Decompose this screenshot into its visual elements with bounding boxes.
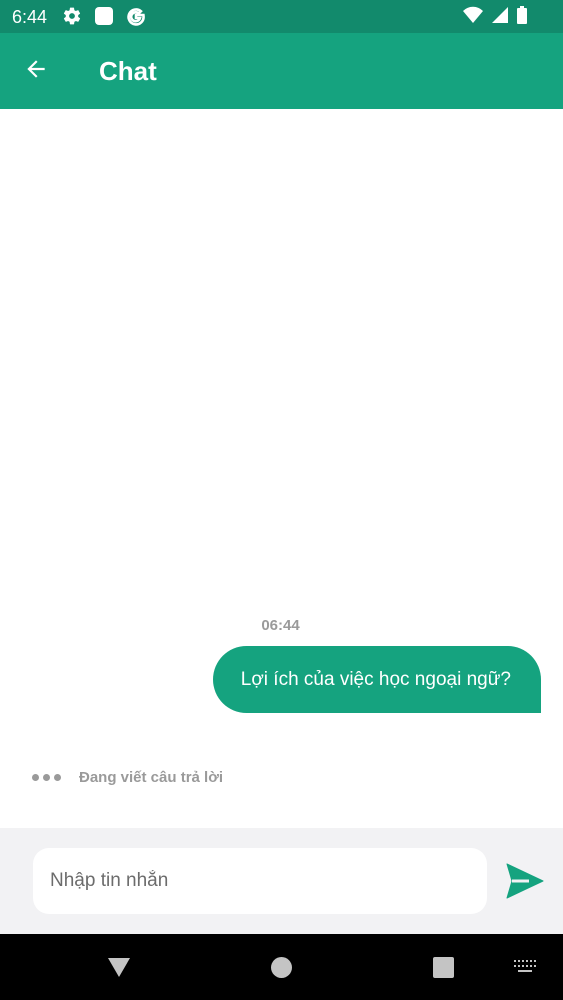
send-icon (505, 863, 545, 904)
nav-back-icon[interactable] (107, 956, 131, 983)
app-bar: Chat (0, 33, 563, 109)
nav-recents-icon[interactable] (433, 957, 454, 978)
settings-icon (62, 6, 82, 31)
send-button[interactable] (505, 862, 545, 900)
google-icon (126, 6, 146, 31)
app-square-icon (94, 6, 114, 31)
status-time: 6:44 (12, 7, 48, 27)
message-timestamp: 06:44 (261, 617, 300, 634)
status-bar: 6:44 (0, 0, 563, 33)
typing-indicator: Đang viết câu trả lời (32, 769, 223, 786)
page-title: Chat (99, 56, 157, 86)
status-left-icons (62, 6, 146, 31)
wifi-icon (463, 6, 483, 29)
message-composer (0, 828, 563, 934)
status-right-icons (463, 6, 527, 29)
signal-icon (491, 6, 509, 29)
battery-icon (517, 6, 527, 29)
user-message-bubble[interactable]: Lợi ích của việc học ngoại ngữ? (212, 646, 541, 713)
system-nav-bar (0, 934, 563, 1000)
chat-screen: 6:44 Chat 06:44 Lợi ích của việc học ngo… (0, 0, 563, 1000)
back-button[interactable] (16, 51, 56, 91)
message-input[interactable] (33, 848, 487, 914)
typing-dots-icon (32, 774, 61, 781)
nav-home-icon[interactable] (271, 957, 292, 978)
keyboard-icon[interactable] (514, 960, 538, 979)
chat-messages-area[interactable]: 06:44 Lợi ích của việc học ngoại ngữ? Đa… (0, 109, 563, 828)
typing-indicator-label: Đang viết câu trả lời (79, 769, 224, 786)
arrow-left-icon (23, 56, 49, 87)
